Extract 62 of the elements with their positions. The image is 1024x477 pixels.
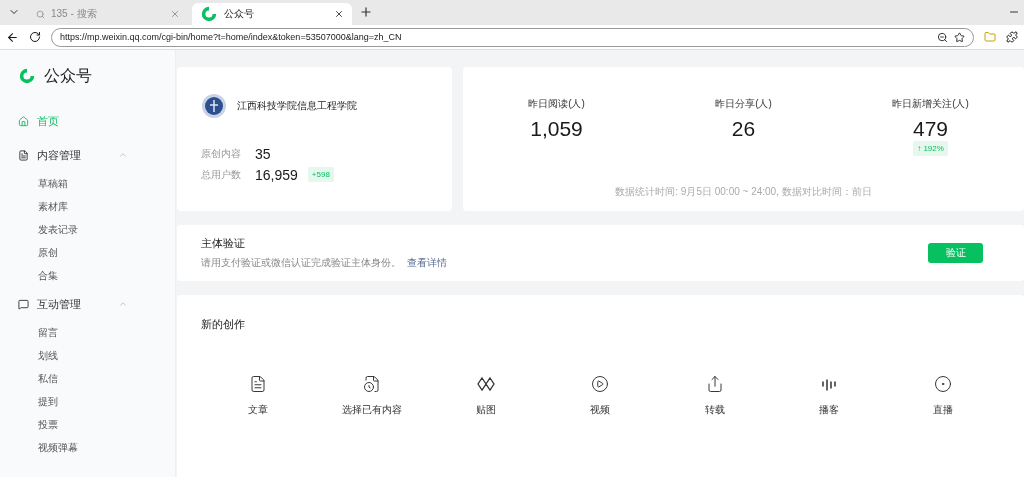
create-option[interactable]: 直播 — [885, 374, 1000, 418]
nav-subitem[interactable]: 投票 — [18, 413, 175, 436]
create-option[interactable]: 文章 — [201, 374, 316, 418]
create-option[interactable]: 贴图 — [429, 374, 544, 418]
nav-subitem[interactable]: 草稿箱 — [18, 172, 175, 195]
nav-subitem[interactable]: 合集 — [18, 264, 175, 287]
nav-subitem[interactable]: 发表记录 — [18, 218, 175, 241]
collapse-icon — [118, 150, 128, 160]
create-option[interactable]: 选择已有内容 — [315, 374, 430, 418]
emblem-icon — [201, 93, 227, 119]
growth-badge: ↑ 192% — [913, 141, 948, 156]
chat-icon — [18, 298, 29, 310]
stat-value: 16,959 — [255, 166, 298, 183]
growth-badge: +598 — [307, 167, 334, 182]
document-icon — [249, 375, 268, 393]
stats-note: 数据统计时间: 9月5日 00:00 ~ 24:00, 数据对比时间：前日 — [615, 185, 872, 199]
stat-label: 原创内容 — [201, 146, 242, 161]
collapse-icon — [118, 299, 128, 309]
share-icon — [705, 375, 724, 393]
create-option[interactable]: 视频 — [543, 374, 658, 418]
document-icon — [18, 149, 29, 161]
nav-group[interactable]: 内容管理 — [18, 138, 128, 172]
section-title: 新的创作 — [201, 317, 246, 332]
verify-title: 主体验证 — [201, 236, 246, 251]
back-icon[interactable] — [6, 30, 19, 44]
stat-value: 35 — [255, 145, 271, 162]
nav-subitem[interactable]: 原创 — [18, 241, 175, 264]
metric-value: 1,059 — [530, 117, 583, 141]
logo-icon — [18, 67, 36, 85]
nav-subitem[interactable]: 私信 — [18, 367, 175, 390]
record-icon — [933, 375, 952, 393]
browser-tab[interactable]: 公众号 — [192, 3, 352, 25]
logo-icon — [200, 5, 218, 23]
home-icon — [18, 115, 29, 127]
create-option[interactable]: 转载 — [657, 374, 772, 418]
details-link[interactable]: 查看详情 — [407, 256, 447, 270]
metric-label: 昨日分享(人) — [715, 97, 772, 111]
plus-icon[interactable] — [359, 5, 373, 19]
document-clock-icon — [363, 375, 382, 393]
sticker-icon — [477, 375, 496, 393]
create-option[interactable]: 播客 — [771, 374, 886, 418]
verify-description: 请用支付验证或微信认证完成验证主体身份。 — [201, 256, 401, 270]
brand-title: 公众号 — [44, 65, 92, 86]
metric-value: 479 — [912, 117, 948, 141]
nav-subitem[interactable]: 视频弹幕 — [18, 436, 175, 459]
metric-label: 昨日阅读(人) — [528, 97, 585, 111]
reload-icon[interactable] — [29, 31, 41, 43]
extensions-icon[interactable] — [1006, 31, 1018, 43]
nav-subitem[interactable]: 留言 — [18, 321, 175, 344]
search-icon — [36, 9, 45, 19]
nav-group[interactable]: 互动管理 — [18, 287, 128, 321]
close-icon[interactable] — [334, 9, 344, 19]
metric-value: 26 — [731, 117, 756, 141]
play-icon — [591, 375, 610, 393]
nav-subitem[interactable]: 素材库 — [18, 195, 175, 218]
account-name: 江西科技学院信息工程学院 — [237, 99, 357, 113]
favorite-icon[interactable] — [954, 31, 965, 43]
nav-subitem[interactable]: 提到 — [18, 390, 175, 413]
nav-subitem[interactable]: 划线 — [18, 344, 175, 367]
stat-label: 总用户数 — [201, 167, 242, 182]
metric-label: 昨日新增关注(人) — [892, 97, 969, 111]
zoom-icon[interactable] — [937, 31, 948, 43]
